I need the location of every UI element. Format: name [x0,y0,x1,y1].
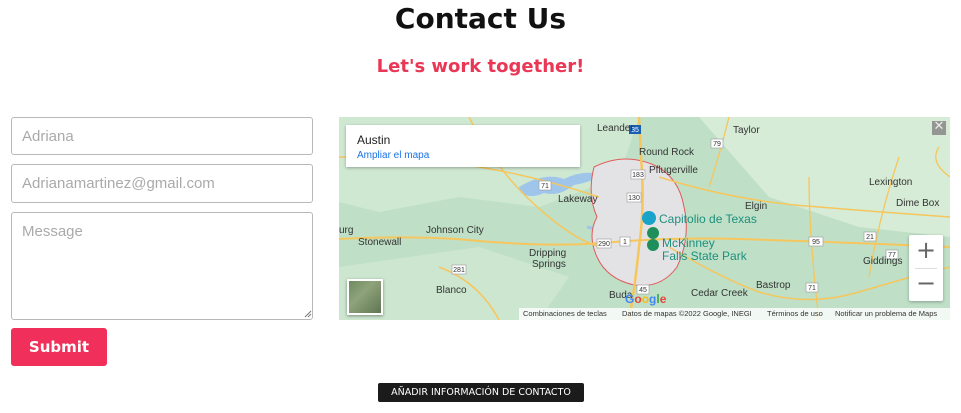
map-label-lakeway: Lakeway [558,194,597,205]
map-label-bastrop: Bastrop [756,280,791,291]
shield-281: 281 [453,267,465,274]
page-subtitle: Let's work together! [376,56,585,77]
shield-95: 95 [812,239,820,246]
page-title: Contact Us [394,2,567,35]
map-label-johnson-city: Johnson City [426,225,484,236]
map-label-giddings: Giddings [863,256,902,267]
map-embed[interactable]: 35 79 183 130 71 290 1 281 45 21 77 71 9… [339,117,950,320]
shield-1: 1 [623,239,627,246]
resize-grip-icon[interactable] [304,310,312,318]
enlarge-map-link[interactable]: Ampliar el mapa [357,150,429,161]
shield-71: 71 [541,183,549,190]
place-info-card: Austin Ampliar el mapa [346,125,580,167]
report-problem-link[interactable]: Notificar un problema de Maps [835,309,937,318]
name-input[interactable] [11,117,313,155]
map-label-cedar-creek: Cedar Creek [691,288,749,299]
map-label-capitolio: Capitolio de Texas [659,212,757,226]
map-label-pflugerville: Pflugerville [649,165,698,176]
map-label-stonewall: Stonewall [358,237,401,248]
google-logo: Google [625,292,667,306]
map-label-dripping: Dripping [529,248,566,259]
add-contact-info-button[interactable]: AÑADIR INFORMACIÓN DE CONTACTO [378,383,584,402]
shield-21: 21 [866,234,874,241]
email-input[interactable] [11,164,313,203]
map-label-blanco: Blanco [436,285,467,296]
shield-130: 130 [628,195,640,202]
zoom-out-button[interactable]: − [909,268,943,301]
map-label-lexington: Lexington [869,177,912,188]
map-label-dime-box: Dime Box [896,198,939,209]
place-name: Austin [357,133,391,147]
map-label-falls-park: Falls State Park [662,249,748,263]
submit-button[interactable]: Submit [11,328,107,366]
shield-71-east: 71 [808,285,816,292]
zoom-control: + − [909,235,943,301]
keyboard-shortcuts-link[interactable]: Combinaciones de teclas [523,309,607,318]
map-label-round-rock: Round Rock [639,147,695,158]
shield-290: 290 [598,241,610,248]
map-label-leander: Leander [597,123,634,134]
map-data-text: Datos de mapas ©2022 Google, INEGI [622,309,752,318]
satellite-toggle-button[interactable] [347,279,383,315]
close-icon: ✕ [933,119,945,134]
map-label-mckinney: McKinney [662,236,715,250]
zoom-in-button[interactable]: + [909,235,943,268]
capitol-pin-icon[interactable] [642,211,656,225]
terms-link[interactable]: Términos de uso [767,309,823,318]
map-label-taylor: Taylor [733,125,760,136]
shield-79: 79 [713,141,721,148]
map-label-springs: Springs [532,259,566,270]
fullscreen-button[interactable]: ✕ [932,119,946,135]
map-label-elgin: Elgin [745,201,767,212]
shield-183: 183 [632,172,644,179]
message-textarea[interactable] [11,212,313,320]
zoom-divider [915,268,937,269]
map-label-fredericksburg: urg [339,225,353,236]
map-attribution-bar: Combinaciones de teclas Datos de mapas ©… [519,308,950,320]
